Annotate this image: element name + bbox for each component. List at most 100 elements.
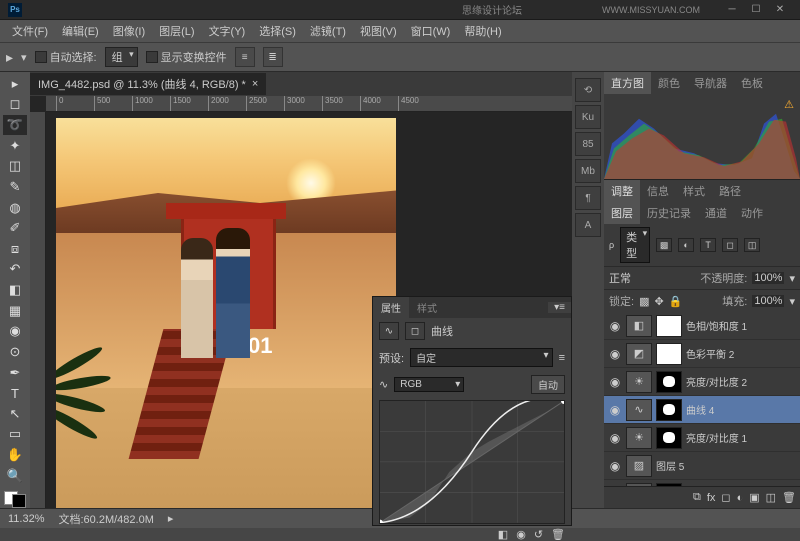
show-transform-checkbox[interactable]: 显示变换控件 [146,49,227,65]
brush-tool[interactable]: ✐ [3,218,27,238]
tab-styles-2[interactable]: 样式 [409,297,445,318]
tab-color[interactable]: 颜色 [651,72,687,94]
auto-select-checkbox[interactable]: 自动选择: [35,49,97,65]
menu-layer[interactable]: 图层(L) [153,21,200,41]
filter-shape-icon[interactable]: ◻ [722,238,738,252]
menu-image[interactable]: 图像(I) [107,21,151,41]
wand-tool[interactable]: ✦ [3,136,27,156]
tab-properties[interactable]: 属性 [373,297,409,318]
layer-row[interactable]: ◉☀亮度/对比度 2 [604,368,800,396]
tab-channels[interactable]: 通道 [698,202,734,224]
align-icon-2[interactable]: ≣ [263,47,283,67]
mask-icon[interactable]: ◻ [405,322,425,340]
menu-type[interactable]: 文字(Y) [203,21,252,41]
tab-paths[interactable]: 路径 [712,180,748,202]
menu-filter[interactable]: 滤镜(T) [304,21,352,41]
layer-row[interactable]: ◉∿曲线 4 [604,396,800,424]
view-prev-icon[interactable]: ◉ [516,528,526,541]
visibility-icon[interactable]: ◉ [608,375,622,389]
visibility-icon[interactable]: ◉ [608,319,622,333]
new-adj-icon[interactable]: ◐ [737,492,744,504]
close-tab-icon[interactable]: × [252,78,258,90]
minimize-button[interactable]: ─ [720,3,744,17]
reset-icon[interactable]: ↺ [534,528,543,541]
status-arrow-icon[interactable]: ▸ [168,512,174,525]
histogram-warning-icon[interactable]: ⚠ [784,98,794,111]
blur-tool[interactable]: ◉ [3,322,27,342]
path-tool[interactable]: ↖ [3,404,27,424]
tab-histogram[interactable]: 直方图 [604,72,651,94]
visibility-icon[interactable]: ◉ [608,403,622,417]
history-brush-tool[interactable]: ↶ [3,260,27,280]
link-layers-icon[interactable]: ⧉ [693,491,701,504]
align-icon[interactable]: ≡ [235,47,255,67]
healing-tool[interactable]: ◍ [3,198,27,218]
new-layer-icon[interactable]: ◫ [766,491,776,504]
lasso-tool[interactable]: ➰ [3,115,27,135]
lock-position-icon[interactable]: ✥ [654,295,663,308]
new-group-icon[interactable]: ▣ [749,491,759,504]
menu-view[interactable]: 视图(V) [354,21,403,41]
lock-all-icon[interactable]: 🔒 [669,295,683,308]
marquee-tool[interactable]: ◻ [3,95,27,115]
delete-adj-icon[interactable]: 🗑 [551,528,565,541]
curves-tool-icon[interactable]: ∿ [379,378,388,391]
menu-file[interactable]: 文件(F) [6,21,54,41]
side-85-icon[interactable]: 85 [575,132,601,156]
clip-icon[interactable]: ◧ [498,528,508,541]
menu-edit[interactable]: 编辑(E) [56,21,105,41]
tab-swatches[interactable]: 色板 [734,72,770,94]
channel-dropdown[interactable]: RGB [394,377,464,392]
layer-row[interactable]: ◉▨图层 5 [604,452,800,480]
filter-adj-icon[interactable]: ◐ [678,238,694,252]
shape-tool[interactable]: ▭ [3,425,27,445]
layer-row[interactable]: ◉☀亮度/对比度 1 [604,424,800,452]
side-mb-icon[interactable]: Mb [575,159,601,183]
side-character-icon[interactable]: A [575,213,601,237]
layer-row[interactable]: ◉◩色彩平衡 2 [604,340,800,368]
layer-fx-icon[interactable]: fx [707,492,716,504]
tab-styles[interactable]: 样式 [676,180,712,202]
close-button[interactable]: ✕ [768,3,792,17]
zoom-level[interactable]: 11.32% [8,513,45,525]
dropdown-icon[interactable]: ▾ [21,51,27,64]
filter-smart-icon[interactable]: ◫ [744,238,760,252]
preset-dropdown[interactable]: 自定 [410,348,553,367]
filter-pixel-icon[interactable]: ▩ [656,238,672,252]
dodge-tool[interactable]: ⊙ [3,342,27,362]
eyedropper-tool[interactable]: ✎ [3,177,27,197]
type-tool[interactable]: T [3,383,27,403]
document-tab[interactable]: IMG_4482.psd @ 11.3% (曲线 4, RGB/8) *× [30,73,266,95]
stamp-tool[interactable]: ⧈ [3,239,27,259]
menu-select[interactable]: 选择(S) [253,21,302,41]
tab-layers[interactable]: 图层 [604,202,640,224]
properties-panel[interactable]: 属性 样式 ▾≡ ∿ ◻ 曲线 预设: 自定 ≡ ∿ RGB 自动 ◧ ◉ ↺ [372,296,572,526]
menu-help[interactable]: 帮助(H) [458,21,507,41]
menu-window[interactable]: 窗口(W) [405,21,457,41]
visibility-icon[interactable]: ◉ [608,347,622,361]
side-kuler-icon[interactable]: Ku [575,105,601,129]
panel-menu-icon[interactable]: ▾≡ [548,302,571,313]
tab-history[interactable]: 历史记录 [640,202,698,224]
blend-mode-dropdown[interactable]: 正常 [609,270,695,286]
fill-value[interactable]: 100% [752,295,784,307]
move-tool[interactable]: ▸ [3,74,27,94]
pen-tool[interactable]: ✒ [3,363,27,383]
filter-type-icon[interactable]: T [700,238,716,252]
auto-button[interactable]: 自动 [531,375,565,394]
maximize-button[interactable]: ☐ [744,3,768,17]
tab-actions[interactable]: 动作 [734,202,770,224]
zoom-tool[interactable]: 🔍 [3,466,27,486]
gradient-tool[interactable]: ▦ [3,301,27,321]
lock-pixels-icon[interactable]: ▩ [639,295,649,308]
eraser-tool[interactable]: ◧ [3,280,27,300]
delete-layer-icon[interactable]: 🗑 [782,491,796,504]
layer-mask-icon[interactable]: ◻ [721,491,730,504]
auto-select-dropdown[interactable]: 组 [105,47,138,67]
tab-info[interactable]: 信息 [640,180,676,202]
tab-navigator[interactable]: 导航器 [687,72,734,94]
layer-kind-dropdown[interactable]: 类型 [620,227,650,263]
tab-adjustments[interactable]: 调整 [604,180,640,202]
opacity-value[interactable]: 100% [752,272,784,284]
preset-menu-icon[interactable]: ≡ [559,352,565,364]
